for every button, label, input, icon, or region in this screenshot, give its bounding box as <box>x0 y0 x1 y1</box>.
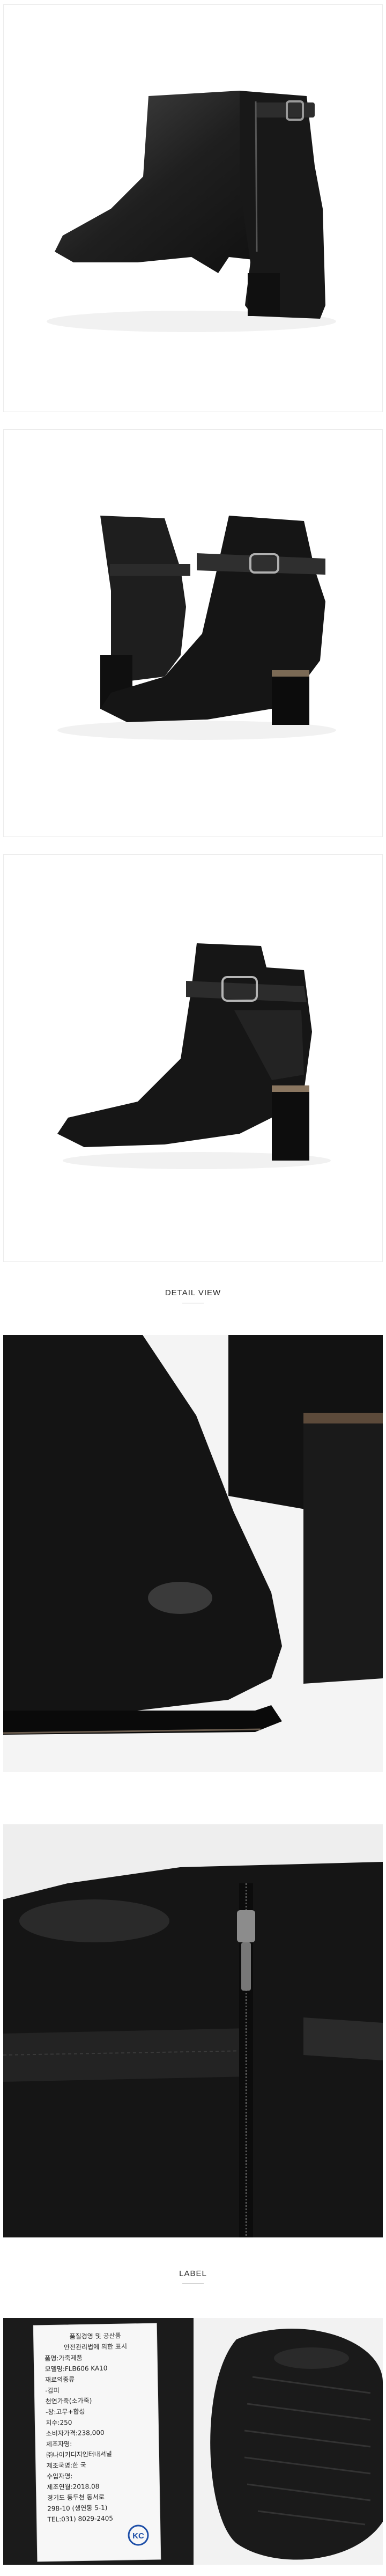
boot-angle-illustration <box>57 516 336 740</box>
label-line: 제조국명:한 국 <box>47 2461 86 2469</box>
product-label-card: 품질경영 및 공산품안전관리법에 의한 표시품명:가죽제품모델명:FLB606 … <box>3 2318 194 2565</box>
label-line: 수입자명: <box>47 2472 72 2480</box>
label-line: 품명:가죽제품 <box>44 2354 83 2362</box>
label-line: 제조자명: <box>46 2440 72 2448</box>
product-photo-front <box>3 854 383 1262</box>
label-line: 품질경영 및 공산품 <box>69 2332 121 2340</box>
detail-view-title: DETAIL VIEW <box>165 1288 221 1297</box>
sole-photo <box>194 2318 383 2565</box>
label-line: 치수:250 <box>46 2419 72 2427</box>
boot-front-illustration <box>57 943 331 1169</box>
label-card-illustration: 품질경영 및 공산품안전관리법에 의한 표시품명:가죽제품모델명:FLB606 … <box>3 2318 194 2565</box>
kc-mark-text: KC <box>132 2531 144 2541</box>
label-line: 모델명:FLB606 KA10 <box>45 2365 108 2373</box>
product-photo-side <box>3 4 383 412</box>
label-line: 제조연월:2018.08 <box>47 2483 99 2491</box>
label-line: 재료의종류 <box>45 2376 75 2384</box>
detail-photo-toe <box>3 1335 383 1772</box>
label-line: -갑피 <box>45 2387 60 2394</box>
label-line: 298-10 (생연동 5-1) <box>47 2504 107 2513</box>
toe-closeup-illustration <box>3 1335 383 1772</box>
label-line: 천연가죽(소가죽) <box>46 2396 92 2405</box>
strap-zipper-illustration <box>3 1824 383 2237</box>
label-line: ㈜나이키디지인터내셔널 <box>46 2450 112 2459</box>
sole-illustration <box>194 2318 383 2565</box>
detail-photo-strap <box>3 1824 383 2237</box>
label-line: -창:고무+합성 <box>46 2408 85 2416</box>
label-line: 안전관리법에 의한 표시 <box>64 2343 127 2351</box>
label-line: 소비자가격:238,000 <box>46 2429 105 2438</box>
label-line: TEL:031) 8029-2405 <box>47 2515 113 2523</box>
boot-side-illustration <box>47 91 336 332</box>
label-section-title: LABEL <box>179 2269 207 2278</box>
label-line: 경기도 동두천 동서로 <box>47 2493 105 2502</box>
product-photo-angle <box>3 429 383 837</box>
